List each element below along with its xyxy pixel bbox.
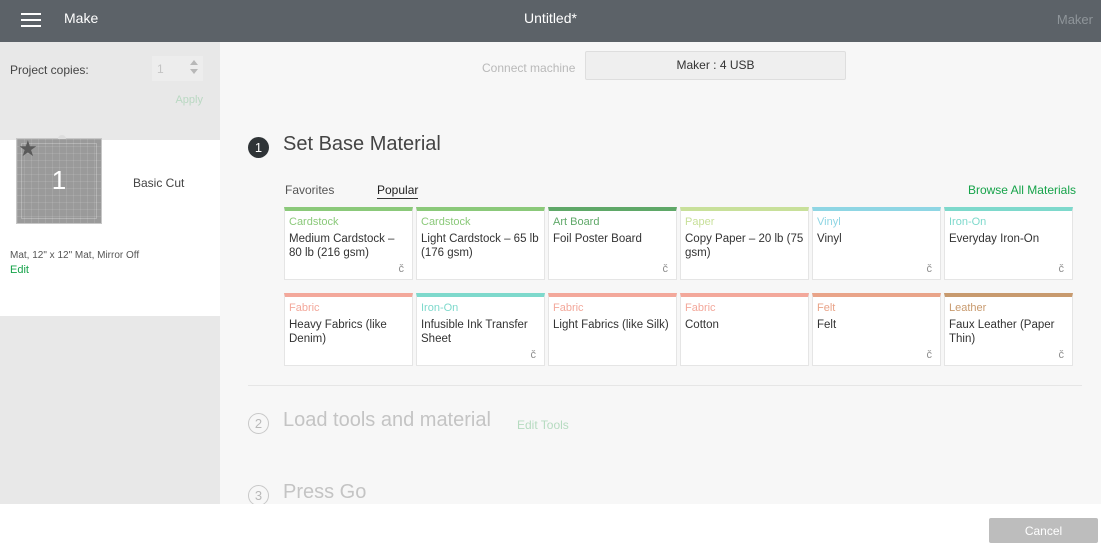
material-card[interactable]: Cardstock Medium Cardstock – 80 lb (216 g… [284,207,413,280]
step-title: Load tools and material [283,409,491,431]
bottom-bar: Cancel [220,504,1101,546]
material-name: Infusible Ink Transfer Sheet [421,319,528,345]
step-number: 2 [248,413,269,434]
material-name: Copy Paper – 20 lb (75 gsm) [685,233,804,259]
material-name: Foil Poster Board [553,233,642,245]
document-title: Untitled* [524,10,577,26]
material-category: Felt [817,302,836,314]
cricut-material-icon: č [398,263,405,275]
material-category: Cardstock [421,216,471,228]
material-card[interactable]: Cardstock Light Cardstock – 65 lb (176 gs… [416,207,545,280]
top-bar: Make Untitled* Maker [0,0,1101,42]
divider [248,385,1082,386]
material-category: Art Board [553,216,600,228]
material-category: Leather [949,302,987,314]
material-name: Vinyl [817,233,842,245]
mat-edit-link[interactable]: Edit [10,264,29,276]
mat-title: Basic Cut [133,176,185,190]
star-icon: ★ [18,136,38,161]
material-name: Heavy Fabrics (like Denim) [289,319,387,345]
material-category: Paper [685,216,715,228]
cricut-material-icon: č [1058,349,1065,361]
left-panel: Project copies: Apply ★ 1 Basic Cut Mat,… [0,42,220,546]
mat-notch [58,135,66,139]
material-card[interactable]: Leather Faux Leather (Paper Thin) č [944,293,1073,366]
connect-machine-button[interactable]: Maker : 4 USB [585,51,846,80]
project-copies-section: Project copies: Apply [0,42,220,116]
cricut-material-icon: č [926,263,933,275]
cancel-button[interactable]: Cancel [989,518,1098,543]
copies-stepper-icon[interactable] [189,58,199,78]
material-name: Light Fabrics (like Silk) [553,319,669,331]
material-name: Medium Cardstock – 80 lb (216 gsm) [289,233,395,259]
cricut-material-icon: č [926,349,933,361]
connect-machine-label: Connect machine [482,61,576,75]
material-card[interactable]: Paper Copy Paper – 20 lb (75 gsm) [680,207,809,280]
left-panel-footer [0,504,220,546]
material-category: Fabric [289,302,320,314]
material-category: Cardstock [289,216,339,228]
step-title: Set Base Material [283,133,441,155]
material-card[interactable]: Vinyl Vinyl č [812,207,941,280]
material-card[interactable]: Fabric Cotton [680,293,809,366]
material-card[interactable]: Iron-On Infusible Ink Transfer Sheet č [416,293,545,366]
cricut-material-icon: č [662,263,669,275]
cricut-material-icon: č [1058,263,1065,275]
cricut-material-icon: č [530,349,537,361]
material-name: Cotton [685,319,719,331]
material-category: Iron-On [949,216,987,228]
material-card[interactable]: Art Board Foil Poster Board č [548,207,677,280]
tab-popular[interactable]: Popular [377,183,419,199]
material-card[interactable]: Felt Felt č [812,293,941,366]
edit-tools-link[interactable]: Edit Tools [517,418,569,432]
main-area: Connect machine Maker : 4 USB 1 Set Base… [220,42,1101,546]
step-number: 1 [248,137,269,158]
material-name: Light Cardstock – 65 lb (176 gsm) [421,233,539,259]
mat-details: Mat, 12" x 12" Mat, Mirror Off [10,250,140,261]
browse-all-materials-link[interactable]: Browse All Materials [968,183,1076,197]
material-name: Felt [817,319,837,331]
project-copies-label: Project copies: [10,63,89,77]
tab-favorites[interactable]: Favorites [285,183,334,197]
mat-preview[interactable]: ★ 1 [16,135,102,224]
material-name: Faux Leather (Paper Thin) [949,319,1055,345]
material-category: Vinyl [817,216,841,228]
step-title: Press Go [283,481,367,503]
material-card[interactable]: Fabric Heavy Fabrics (like Denim) [284,293,413,366]
material-card[interactable]: Iron-On Everyday Iron-On č [944,207,1073,280]
step-number: 3 [248,485,269,506]
machine-name[interactable]: Maker [1057,12,1093,27]
material-category: Fabric [685,302,716,314]
apply-button[interactable]: Apply [175,94,203,106]
material-card[interactable]: Fabric Light Fabrics (like Silk) [548,293,677,366]
material-category: Fabric [553,302,584,314]
mat-number: 1 [51,165,67,195]
material-name: Everyday Iron-On [949,233,1040,245]
material-category: Iron-On [421,302,459,314]
